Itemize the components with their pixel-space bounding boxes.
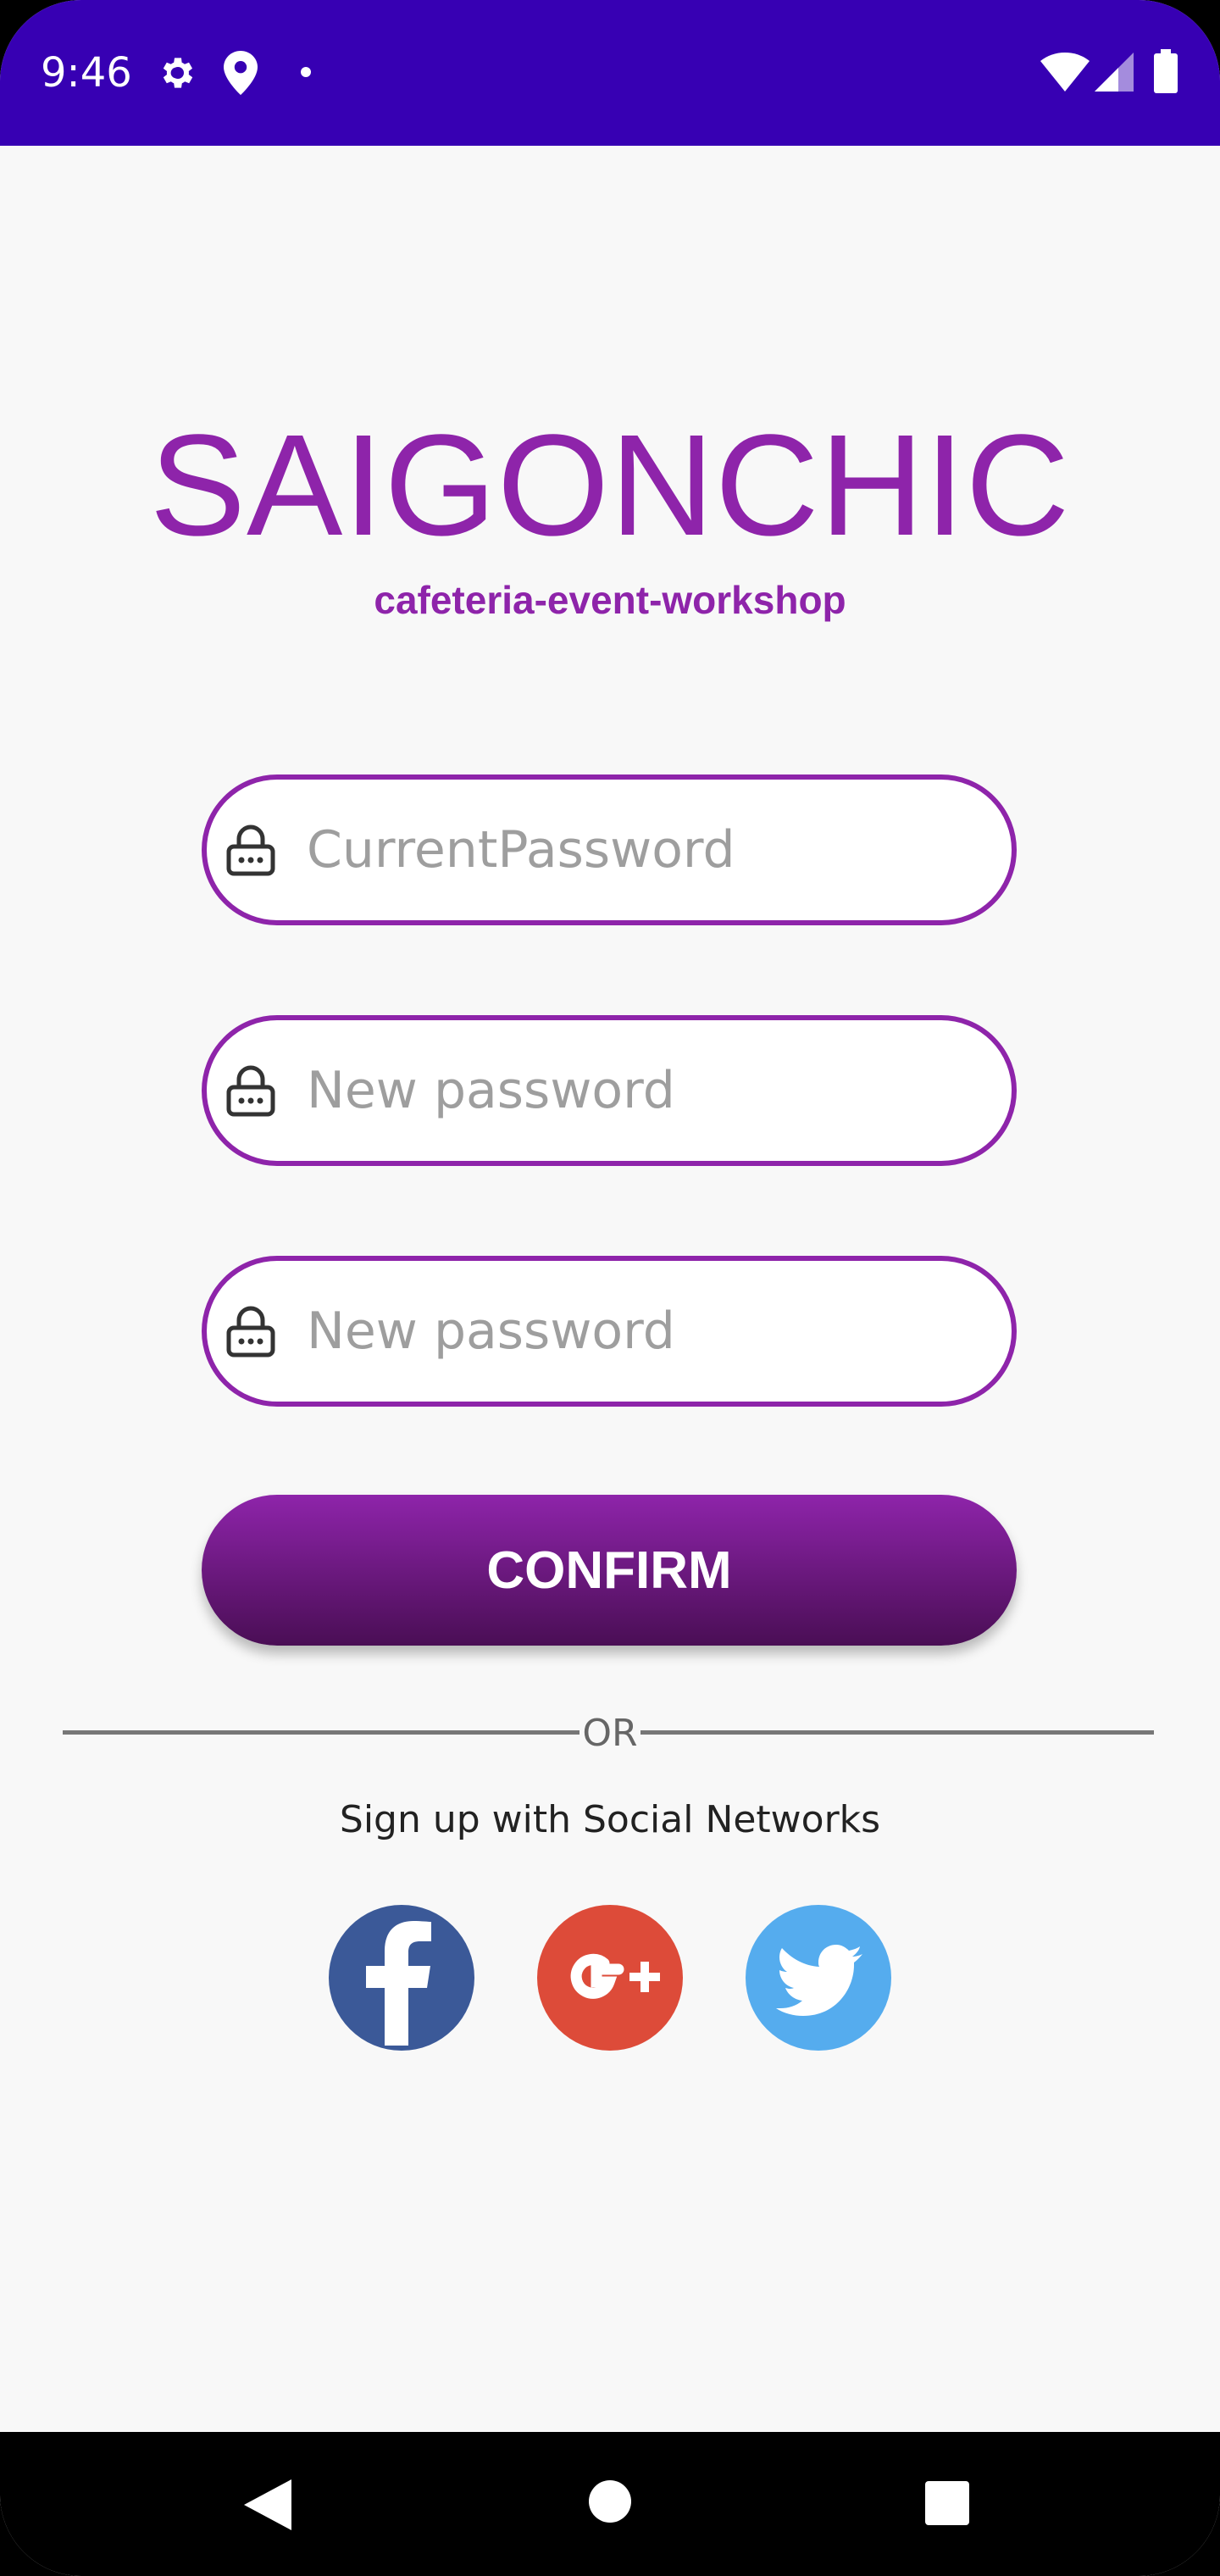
status-bar: 9:46: [0, 0, 1220, 146]
confirm-new-password-input[interactable]: [307, 1261, 984, 1402]
current-password-field[interactable]: [202, 774, 1017, 925]
social-signup-prompt: Sign up with Social Networks: [339, 1798, 881, 1841]
dot-icon: [300, 66, 312, 78]
back-triangle-icon[interactable]: [244, 2479, 291, 2530]
new-password-input[interactable]: [307, 1020, 984, 1161]
divider-line-left: [63, 1730, 580, 1735]
twitter-button[interactable]: [744, 1903, 893, 2052]
recents-square-icon[interactable]: [925, 2481, 969, 2525]
divider-line-right: [640, 1730, 1154, 1735]
facebook-icon: [327, 1903, 476, 2052]
signal-icon: [1095, 53, 1134, 92]
status-time: 9:46: [41, 49, 132, 97]
lock-icon: [225, 824, 276, 876]
divider-or-label: OR: [582, 1712, 638, 1755]
app-title: SAIGONCHIC: [149, 405, 1071, 566]
new-password-field[interactable]: [202, 1015, 1017, 1166]
gear-icon: [156, 53, 197, 93]
app-subtitle: cafeteria-event-workshop: [374, 578, 846, 622]
location-pin-icon: [224, 51, 258, 95]
wifi-icon: [1040, 53, 1090, 92]
google-plus-icon: [535, 1903, 685, 2052]
confirm-new-password-field[interactable]: [202, 1256, 1017, 1407]
phone-screen: 9:46 SAIGONCHIC cafeteria-event-workshop…: [0, 0, 1220, 2576]
google-plus-button[interactable]: [535, 1903, 685, 2052]
lock-icon: [225, 1305, 276, 1357]
confirm-button[interactable]: CONFIRM: [202, 1495, 1017, 1646]
twitter-icon: [744, 1903, 893, 2052]
facebook-button[interactable]: [327, 1903, 476, 2052]
lock-icon: [225, 1064, 276, 1117]
system-nav-bar: [0, 2432, 1220, 2576]
battery-icon: [1154, 49, 1178, 93]
current-password-input[interactable]: [307, 780, 984, 920]
home-circle-icon[interactable]: [588, 2479, 632, 2523]
